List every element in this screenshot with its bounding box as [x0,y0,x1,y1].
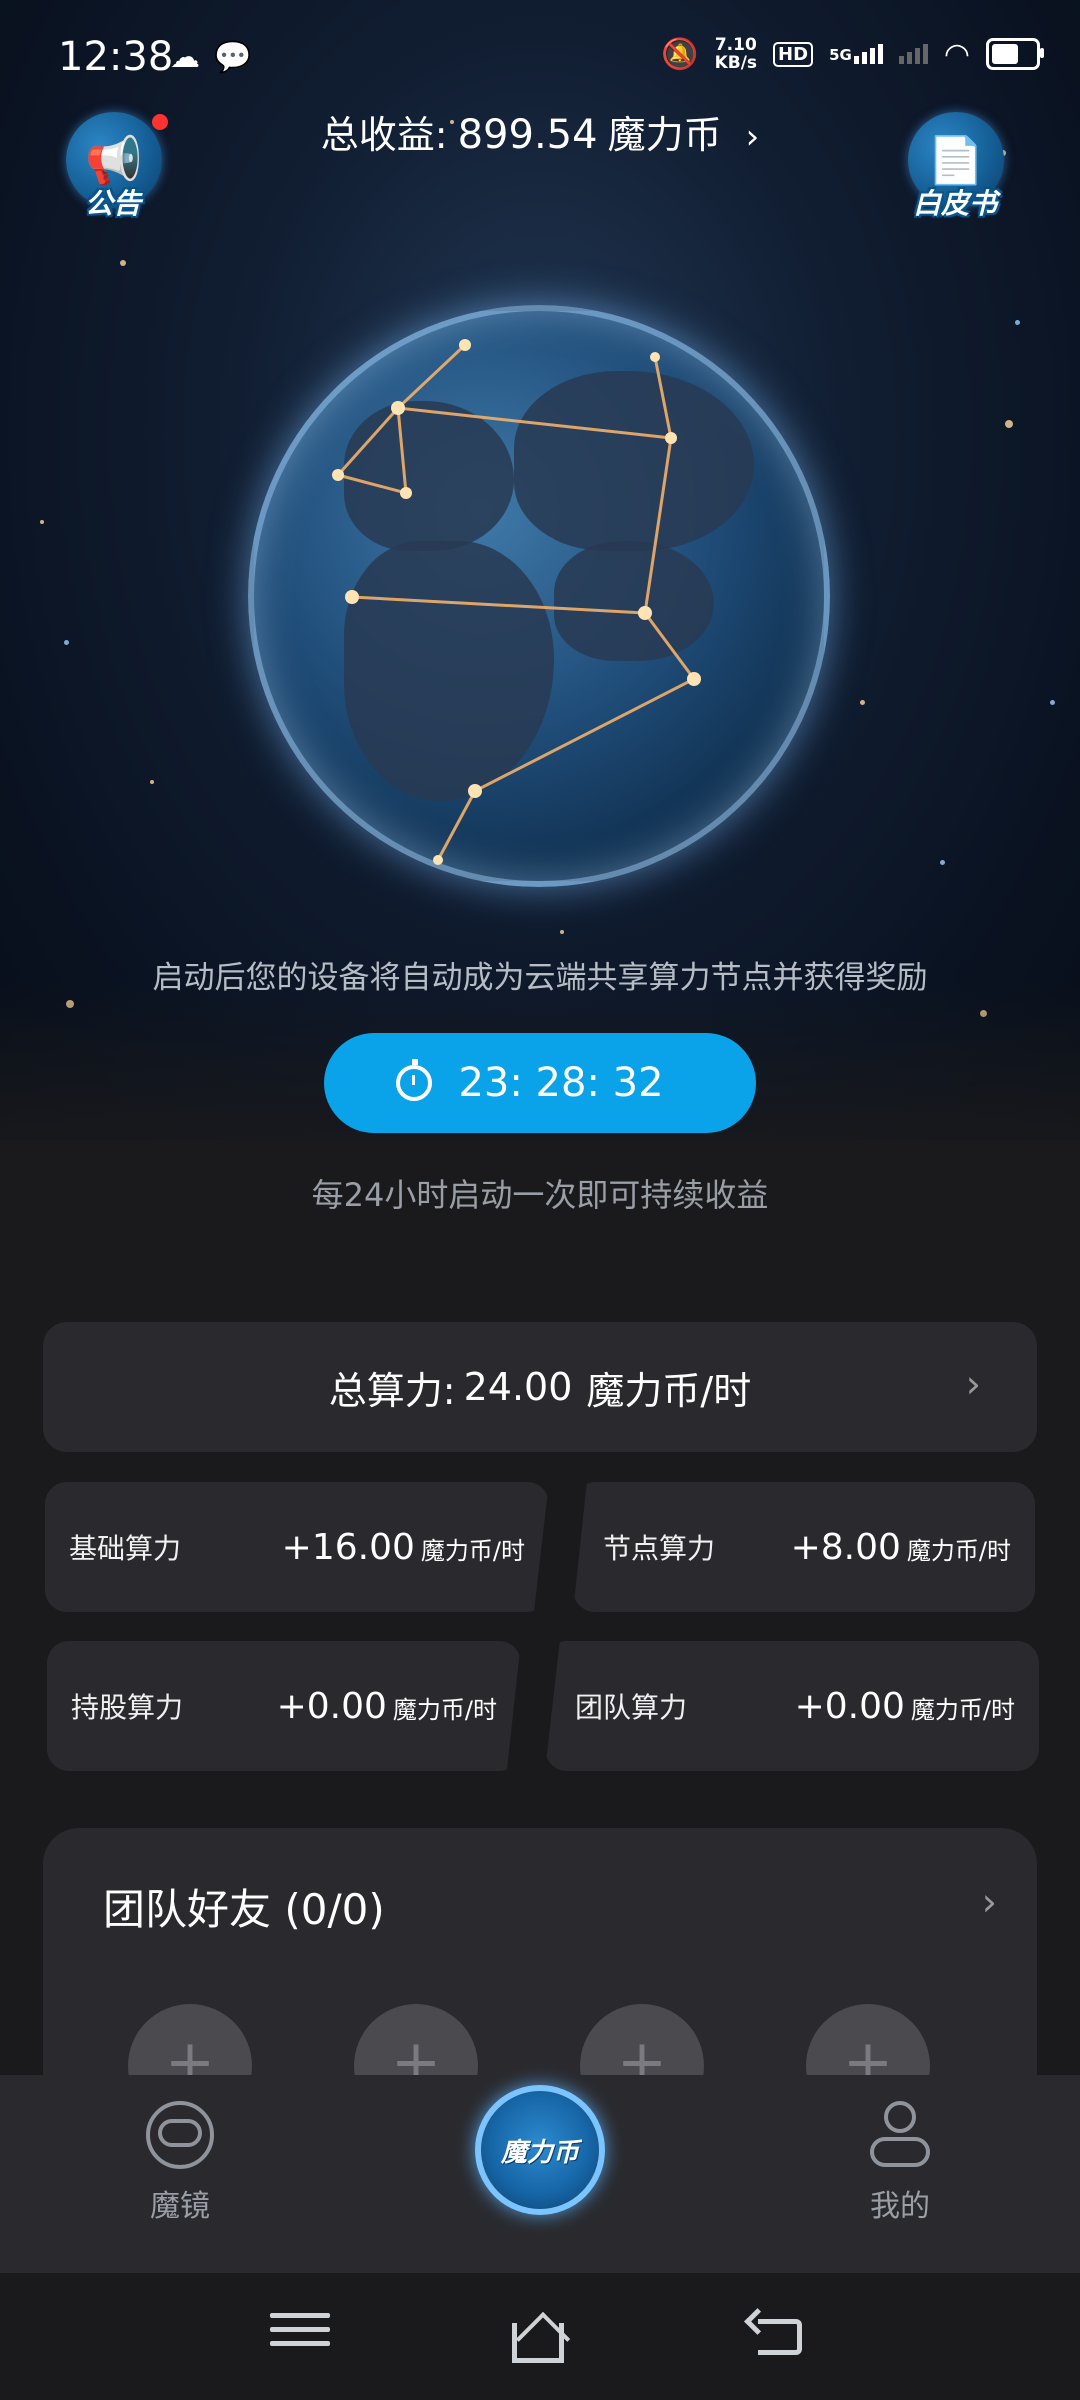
holding-power-card: 持股算力 +0.00 魔力币/时 [47,1641,521,1771]
globe-illustration [248,305,830,887]
signal-5g-icon: 5G [829,44,883,64]
daily-hint: 每24小时启动一次即可持续收益 [311,1176,769,1214]
system-nav-bar [0,2273,1080,2400]
mojing-face-icon [146,2101,214,2169]
basic-power-card: 基础算力 +16.00 魔力币/时 [45,1482,549,1612]
cloud-icon: ☁ [170,40,200,75]
total-earnings-link[interactable]: 总收益: 899.54 魔力币 › [0,104,1080,159]
signal-secondary-icon [898,44,928,64]
wechat-icon: 💬 [214,40,252,75]
status-bar: 12:38 ☁ 💬 🔕 7.10 KB/s HD 5G ◠ [0,0,1080,120]
total-power-value: 24.00 [463,1365,573,1409]
battery-icon [986,38,1044,70]
chevron-right-icon: › [745,117,760,157]
nav-item-mojing[interactable]: 魔镜 [100,2101,260,2225]
status-time: 12:38 [58,34,174,80]
chevron-right-icon: › [965,1362,981,1406]
stopwatch-icon [396,1059,433,1101]
total-power-card[interactable]: 总算力: 24.00 魔力币/时 › [43,1322,1037,1452]
countdown-timer-button[interactable]: 23: 28: 32 [324,1033,756,1133]
nav-center-coin-button[interactable]: 魔力币 [475,2085,605,2215]
home-icon[interactable] [512,2311,572,2367]
team-power-card: 团队算力 +0.00 魔力币/时 [545,1641,1039,1771]
net-speed: 7.10 KB/s [714,35,758,73]
node-power-card: 节点算力 +8.00 魔力币/时 [573,1482,1035,1612]
countdown-value: 23: 28: 32 [458,1060,664,1106]
mute-icon: 🔕 [661,36,699,72]
network-lines [332,339,701,865]
back-icon[interactable] [750,2313,810,2363]
nav-item-mine[interactable]: 我的 [820,2101,980,2225]
team-friends-title: 团队好友 (0/0) [103,1885,385,1934]
chevron-right-icon: › [981,1880,997,1924]
wifi-icon: ◠ [943,36,970,72]
user-icon [866,2101,934,2169]
total-earnings-value: 899.54 [457,112,598,158]
hero-description: 启动后您的设备将自动成为云端共享算力节点并获得奖励 [152,960,928,996]
hd-badge: HD [773,41,814,67]
menu-icon[interactable] [270,2313,330,2363]
